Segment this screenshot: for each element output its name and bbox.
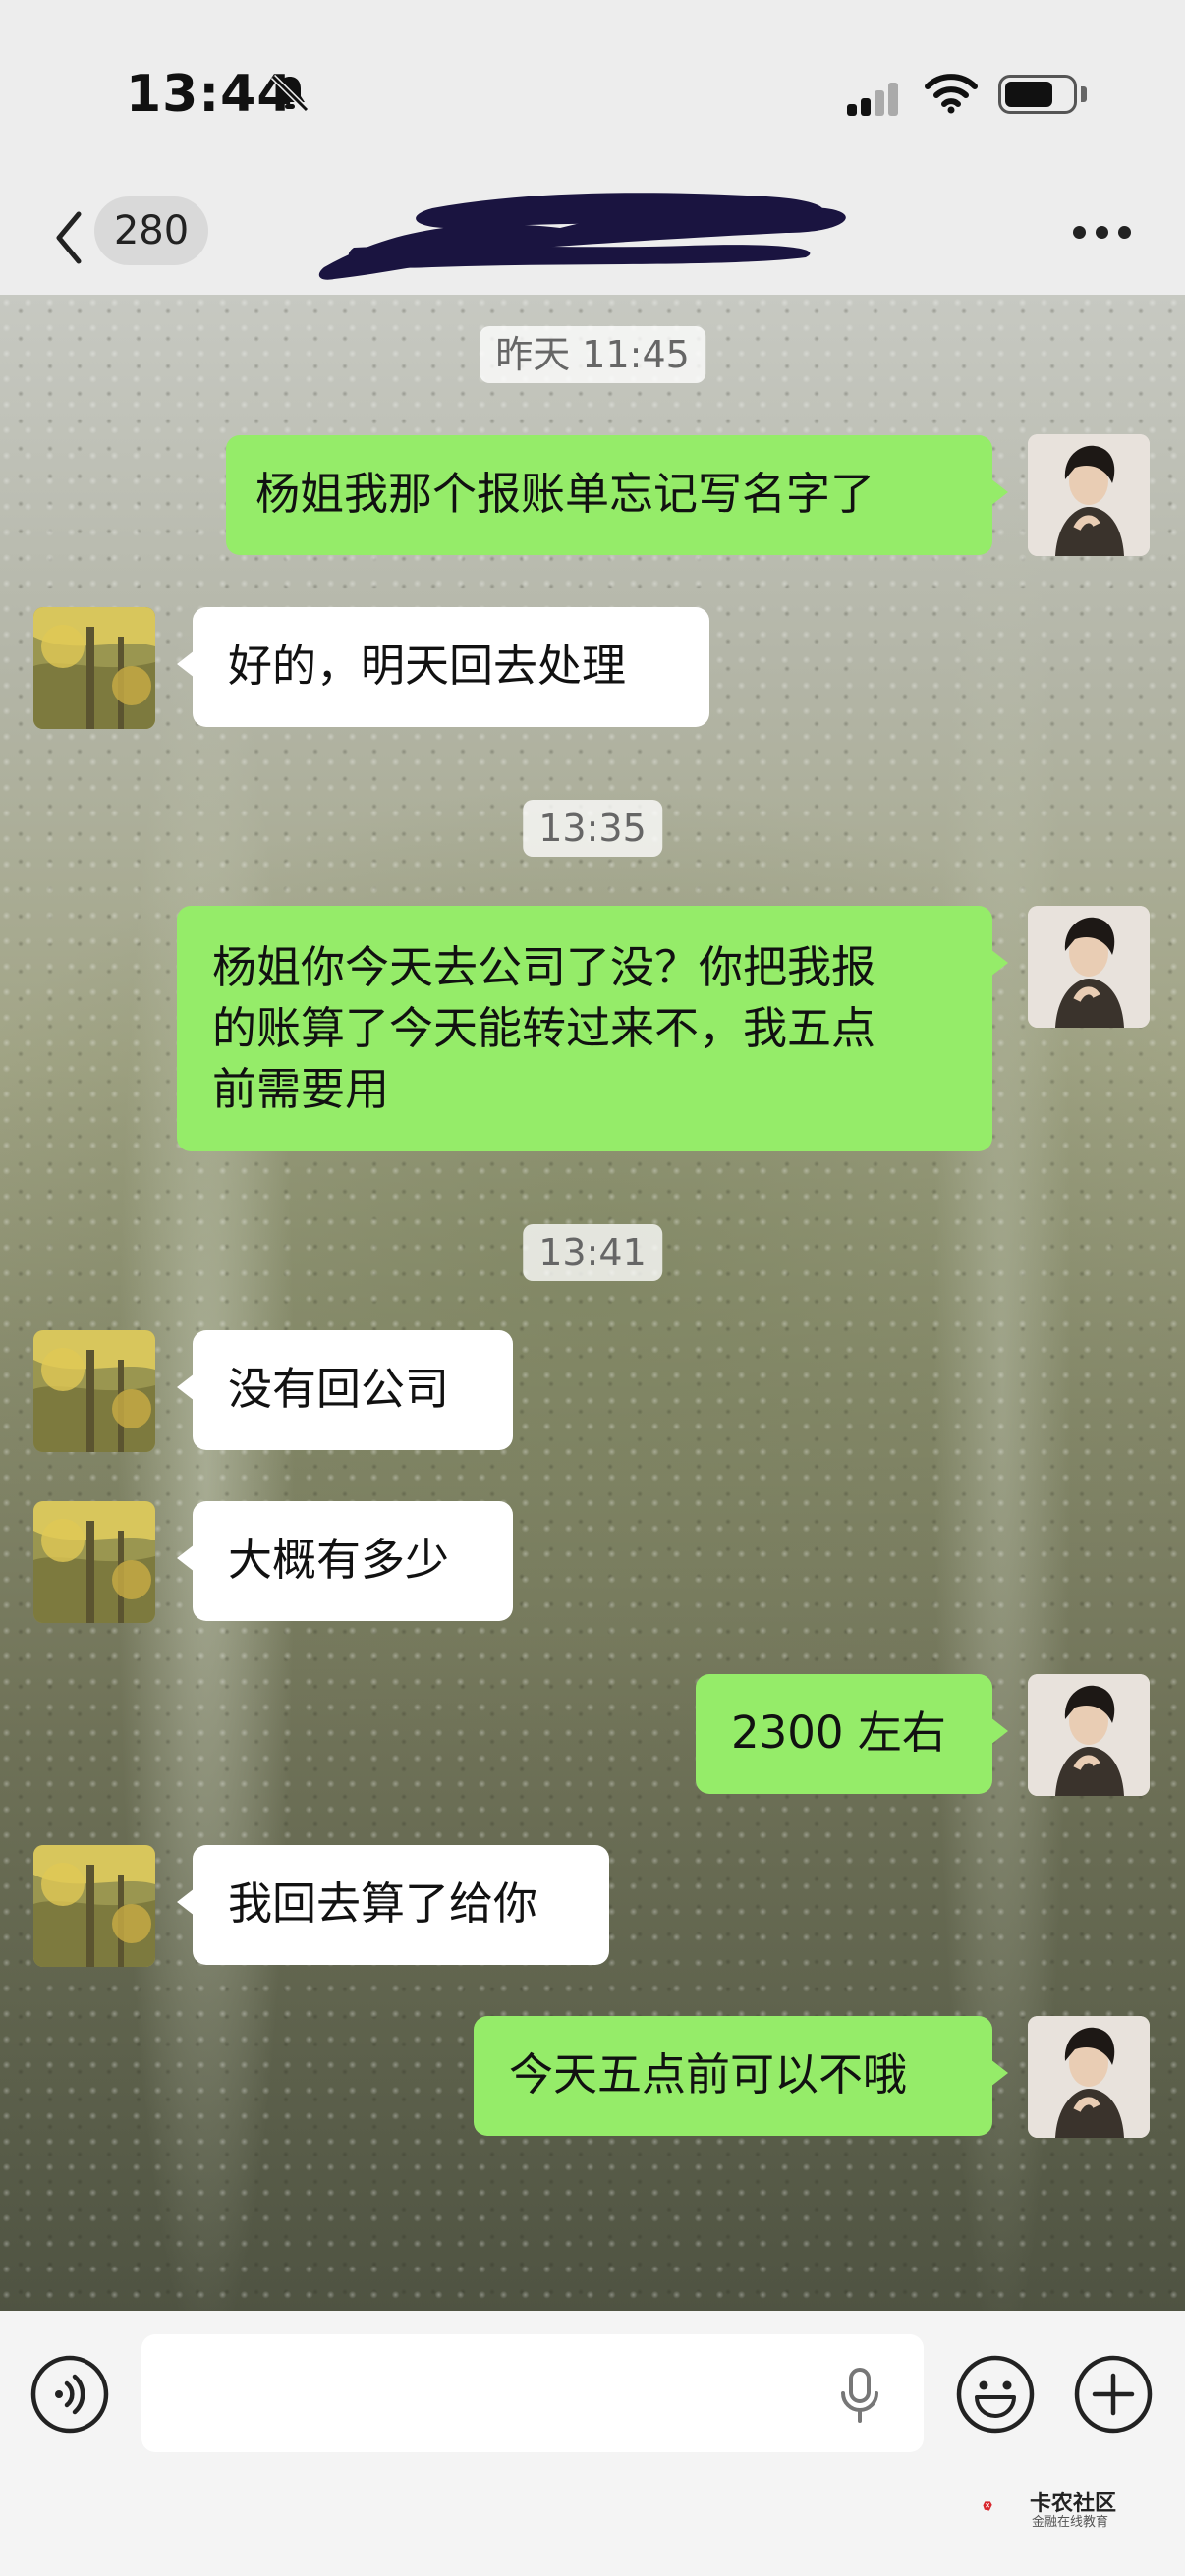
sent-message-bubble[interactable]: 今天五点前可以不哦 bbox=[474, 2016, 1008, 2136]
my-avatar[interactable] bbox=[1028, 434, 1150, 556]
more-options-icon[interactable] bbox=[1073, 226, 1132, 242]
bell-muted-icon bbox=[270, 74, 310, 113]
battery-tip bbox=[1081, 86, 1087, 102]
timestamp-label: 13:35 bbox=[523, 800, 662, 857]
voice-mode-icon[interactable] bbox=[29, 2354, 110, 2435]
message-line: 杨姐你今天去公司了没？你把我报 bbox=[212, 941, 876, 993]
status-bar: 13:44 bbox=[0, 0, 1185, 187]
wifi-icon bbox=[925, 74, 978, 114]
watermark-tagline: 金融在线教育 bbox=[1032, 2515, 1109, 2530]
sent-message-bubble[interactable]: 2300 左右 bbox=[696, 1674, 1008, 1794]
contact-avatar[interactable] bbox=[33, 1845, 155, 1967]
contact-avatar[interactable] bbox=[33, 607, 155, 729]
redacted-contact-name bbox=[318, 193, 846, 280]
battery-icon bbox=[998, 75, 1077, 114]
wallpaper-raindrops bbox=[0, 295, 1185, 2311]
received-message-bubble[interactable]: 我回去算了给你 bbox=[177, 1845, 609, 1965]
timestamp-label: 13:41 bbox=[523, 1224, 662, 1281]
sent-message-bubble[interactable]: 杨姐你今天去公司了没？你把我报 的账算了今天能转过来不，我五点 前需要用 bbox=[177, 906, 1008, 1151]
chat-messages-area[interactable]: 昨天 11:45 杨姐我那个报账单忘记写名字了 好的，明天回去处理 13:35 bbox=[0, 295, 1185, 2311]
message-input-bar bbox=[0, 2311, 1185, 2576]
message-line: 前需要用 bbox=[212, 1063, 390, 1115]
received-message-bubble[interactable]: 没有回公司 bbox=[177, 1330, 513, 1450]
my-avatar[interactable] bbox=[1028, 2016, 1150, 2138]
received-message-bubble[interactable]: 好的，明天回去处理 bbox=[177, 607, 709, 727]
emoji-icon[interactable] bbox=[955, 2354, 1036, 2435]
kanong-logo-icon bbox=[983, 2501, 992, 2511]
timestamp-label: 昨天 11:45 bbox=[480, 326, 705, 383]
contact-avatar[interactable] bbox=[33, 1501, 155, 1623]
contact-avatar[interactable] bbox=[33, 1330, 155, 1452]
microphone-icon[interactable] bbox=[835, 2366, 884, 2425]
add-more-icon[interactable] bbox=[1073, 2354, 1154, 2435]
sent-message-bubble[interactable]: 杨姐我那个报账单忘记写名字了 bbox=[226, 435, 1008, 555]
back-chevron-icon[interactable] bbox=[51, 208, 86, 267]
cell-signal-icon bbox=[847, 81, 898, 116]
received-message-bubble[interactable]: 大概有多少 bbox=[177, 1501, 513, 1621]
unread-count-badge[interactable]: 280 bbox=[94, 196, 208, 265]
my-avatar[interactable] bbox=[1028, 1674, 1150, 1796]
message-input[interactable] bbox=[141, 2334, 924, 2452]
my-avatar[interactable] bbox=[1028, 906, 1150, 1028]
message-line: 的账算了今天能转过来不，我五点 bbox=[212, 1002, 876, 1054]
